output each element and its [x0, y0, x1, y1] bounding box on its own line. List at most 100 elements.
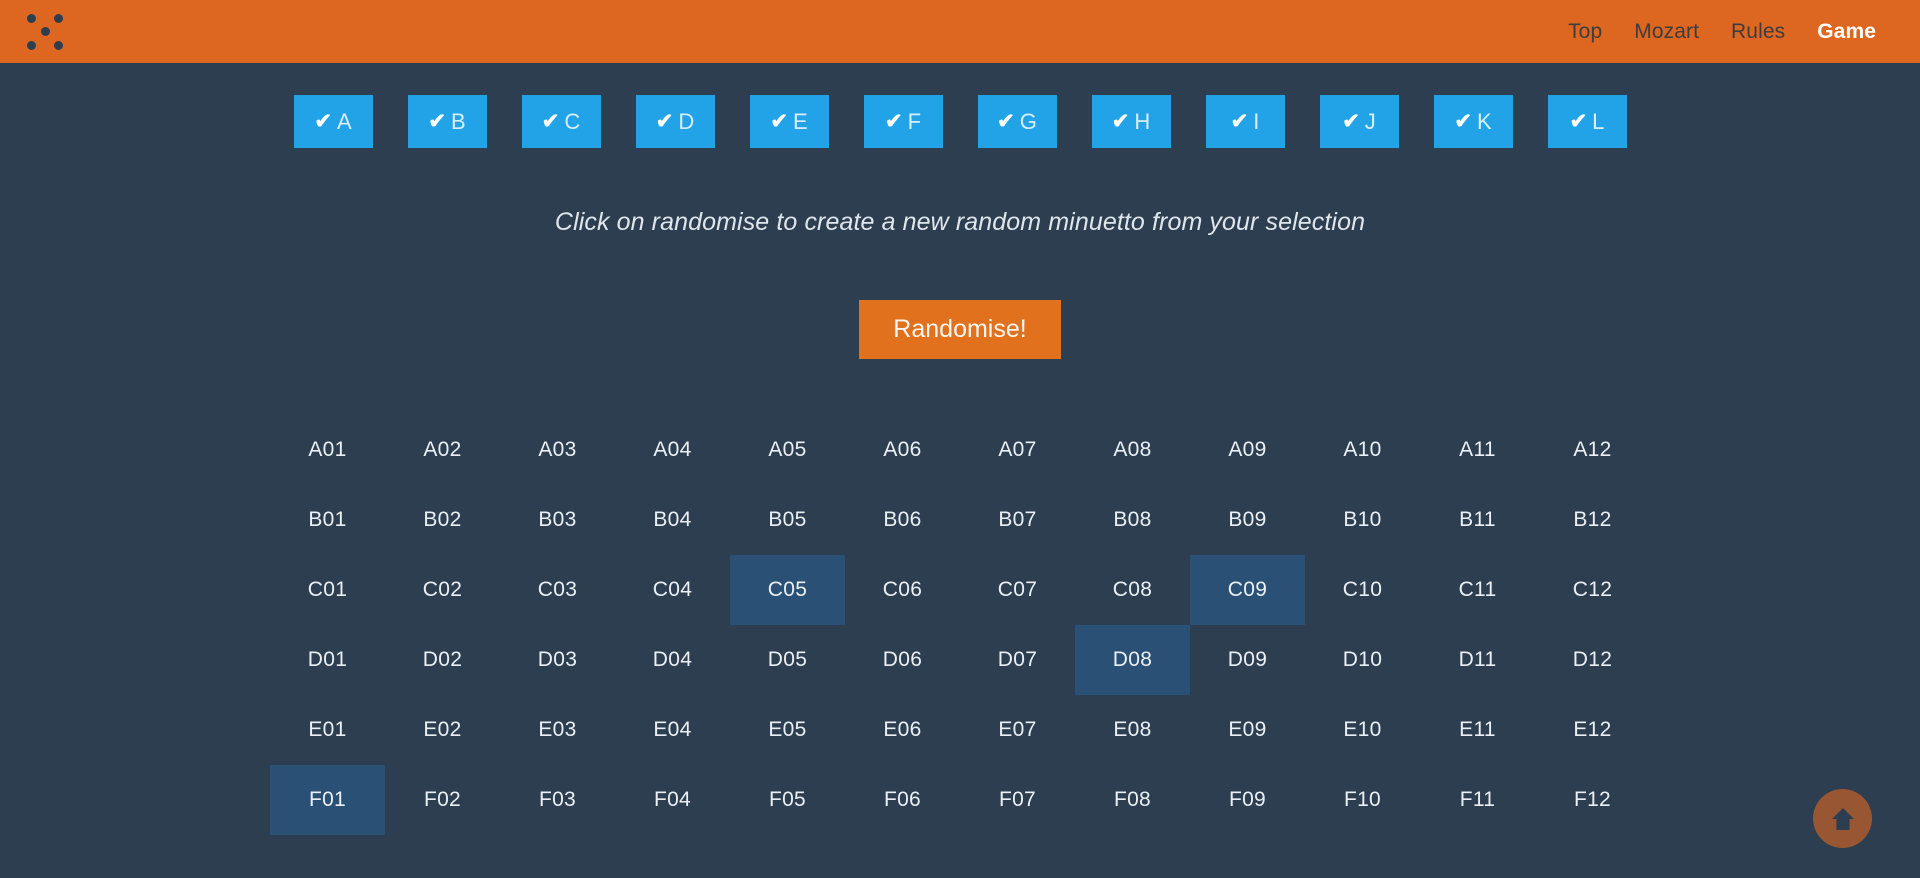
measure-cell[interactable]: E06 — [845, 695, 960, 765]
measure-cell[interactable]: F02 — [385, 765, 500, 835]
measure-cell[interactable]: C06 — [845, 555, 960, 625]
letter-checkbox-i[interactable]: ✔ I — [1205, 95, 1285, 148]
measure-cell[interactable]: E08 — [1075, 695, 1190, 765]
measure-cell[interactable]: F12 — [1535, 765, 1650, 835]
measure-cell[interactable]: C01 — [270, 555, 385, 625]
measure-cell-selected[interactable]: C05 — [730, 554, 845, 625]
measure-cell[interactable]: F03 — [500, 765, 615, 835]
measure-cell[interactable]: E12 — [1535, 695, 1650, 765]
measure-cell[interactable]: B06 — [845, 485, 960, 555]
measure-cell[interactable]: F08 — [1075, 765, 1190, 835]
measure-cell[interactable]: B01 — [270, 485, 385, 555]
nav-link-top[interactable]: Top — [1552, 14, 1618, 50]
measure-cell[interactable]: A09 — [1190, 415, 1305, 485]
measure-cell[interactable]: E04 — [615, 695, 730, 765]
measure-cell[interactable]: F11 — [1420, 765, 1535, 835]
measure-cell[interactable]: E02 — [385, 695, 500, 765]
measure-cell[interactable]: E07 — [960, 695, 1075, 765]
nav-link-list: Top Mozart Rules Game — [1552, 14, 1892, 50]
measure-cell[interactable]: A04 — [615, 415, 730, 485]
measure-cell[interactable]: D11 — [1420, 625, 1535, 695]
letter-checkbox-g[interactable]: ✔ G — [977, 95, 1057, 148]
measure-cell[interactable]: B11 — [1420, 485, 1535, 555]
measure-cell[interactable]: A10 — [1305, 415, 1420, 485]
measure-cell[interactable]: D10 — [1305, 625, 1420, 695]
nav-link-game[interactable]: Game — [1801, 14, 1892, 50]
measure-cell-selected[interactable]: C09 — [1190, 554, 1305, 625]
measure-cell[interactable]: D06 — [845, 625, 960, 695]
measure-cell[interactable]: D03 — [500, 625, 615, 695]
check-icon: ✔ — [1111, 110, 1130, 133]
measure-cell[interactable]: A02 — [385, 415, 500, 485]
letter-checkbox-k[interactable]: ✔ K — [1433, 95, 1513, 148]
measure-cell[interactable]: B12 — [1535, 485, 1650, 555]
measure-cell[interactable]: A03 — [500, 415, 615, 485]
measure-cell[interactable]: D05 — [730, 625, 845, 695]
measure-cell-selected[interactable]: F01 — [270, 764, 385, 835]
measure-cell-selected[interactable]: D08 — [1075, 624, 1190, 695]
letter-checkbox-l[interactable]: ✔ L — [1547, 95, 1627, 148]
measure-cell[interactable]: B07 — [960, 485, 1075, 555]
measure-cell[interactable]: C12 — [1535, 555, 1650, 625]
measure-cell[interactable]: B05 — [730, 485, 845, 555]
measure-cell[interactable]: B08 — [1075, 485, 1190, 555]
measure-cell[interactable]: C11 — [1420, 555, 1535, 625]
measure-cell[interactable]: F04 — [615, 765, 730, 835]
measure-cell[interactable]: D12 — [1535, 625, 1650, 695]
randomise-button[interactable]: Randomise! — [859, 300, 1061, 359]
measure-cell[interactable]: F06 — [845, 765, 960, 835]
nav-link-rules[interactable]: Rules — [1715, 14, 1801, 50]
measure-cell[interactable]: E09 — [1190, 695, 1305, 765]
letter-checkbox-label: G — [1019, 108, 1037, 134]
measure-cell[interactable]: A07 — [960, 415, 1075, 485]
letter-checkbox-label: B — [450, 108, 466, 134]
measure-cell[interactable]: A06 — [845, 415, 960, 485]
measure-cell[interactable]: C08 — [1075, 555, 1190, 625]
letter-checkbox-h[interactable]: ✔ H — [1091, 95, 1171, 148]
measure-cell[interactable]: B03 — [500, 485, 615, 555]
measure-cell[interactable]: F05 — [730, 765, 845, 835]
letter-checkbox-e[interactable]: ✔ E — [749, 95, 829, 148]
measure-cell[interactable]: A12 — [1535, 415, 1650, 485]
measure-cell[interactable]: E10 — [1305, 695, 1420, 765]
measure-cell[interactable]: E03 — [500, 695, 615, 765]
letter-checkbox-f[interactable]: ✔ F — [863, 95, 943, 148]
letter-checkbox-j[interactable]: ✔ J — [1319, 95, 1399, 148]
measure-cell[interactable]: E01 — [270, 695, 385, 765]
measure-cell[interactable]: D04 — [615, 625, 730, 695]
letter-checkbox-d[interactable]: ✔ D — [635, 95, 715, 148]
check-icon: ✔ — [1230, 110, 1249, 133]
measure-cell[interactable]: B09 — [1190, 485, 1305, 555]
measure-cell[interactable]: D01 — [270, 625, 385, 695]
measure-cell[interactable]: C04 — [615, 555, 730, 625]
measure-cell[interactable]: F09 — [1190, 765, 1305, 835]
dice-five-logo-icon[interactable] — [22, 9, 68, 55]
letter-checkbox-b[interactable]: ✔ B — [407, 95, 487, 148]
letter-checkbox-label: J — [1364, 108, 1376, 134]
measure-cell[interactable]: A08 — [1075, 415, 1190, 485]
logo-pip — [27, 13, 36, 23]
measure-cell[interactable]: E05 — [730, 695, 845, 765]
measure-cell[interactable]: A11 — [1420, 415, 1535, 485]
measure-cell[interactable]: A05 — [730, 415, 845, 485]
letter-checkbox-a[interactable]: ✔ A — [293, 95, 373, 148]
measure-cell[interactable]: A01 — [270, 415, 385, 485]
instruction-text: Click on randomise to create a new rando… — [554, 208, 1366, 236]
measure-cell[interactable]: B04 — [615, 485, 730, 555]
measure-cell[interactable]: C10 — [1305, 555, 1420, 625]
measure-cell[interactable]: D07 — [960, 625, 1075, 695]
letter-checkbox-label: D — [678, 108, 695, 134]
measure-cell[interactable]: E11 — [1420, 695, 1535, 765]
measure-cell[interactable]: B10 — [1305, 485, 1420, 555]
measure-cell[interactable]: D09 — [1190, 625, 1305, 695]
measure-cell[interactable]: D02 — [385, 625, 500, 695]
nav-link-mozart[interactable]: Mozart — [1618, 14, 1715, 50]
measure-cell[interactable]: C02 — [385, 555, 500, 625]
measure-cell[interactable]: C03 — [500, 555, 615, 625]
measure-cell[interactable]: F07 — [960, 765, 1075, 835]
measure-cell[interactable]: F10 — [1305, 765, 1420, 835]
measure-cell[interactable]: B02 — [385, 485, 500, 555]
arrow-up-circle-icon[interactable] — [1813, 789, 1872, 848]
measure-cell[interactable]: C07 — [960, 555, 1075, 625]
letter-checkbox-c[interactable]: ✔ C — [521, 95, 601, 148]
